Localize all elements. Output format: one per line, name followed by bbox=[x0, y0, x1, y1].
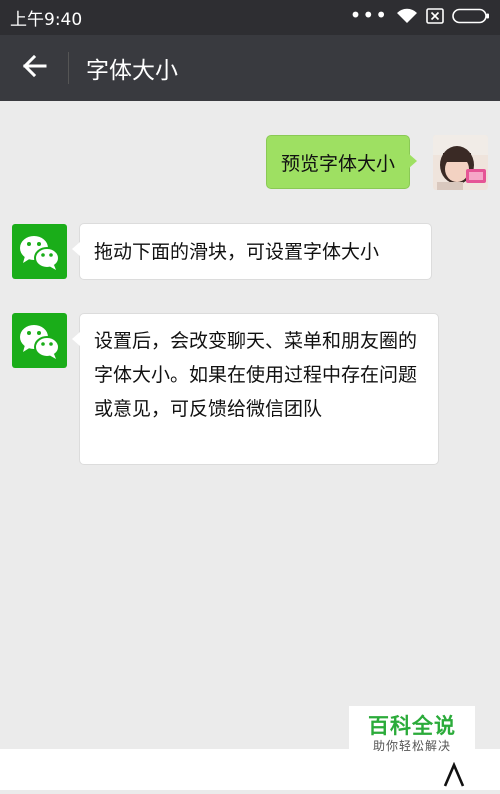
wifi-icon bbox=[396, 8, 418, 28]
nav-divider bbox=[68, 52, 69, 84]
watermark-title: 百科全说 bbox=[368, 714, 456, 738]
more-dots-icon: ••• bbox=[349, 2, 388, 27]
wechat-logo-icon bbox=[20, 325, 60, 359]
page-title: 字体大小 bbox=[86, 58, 178, 84]
back-arrow-icon bbox=[21, 54, 47, 82]
status-time: 上午9:40 bbox=[10, 10, 83, 30]
title-bar: 字体大小 bbox=[0, 35, 500, 101]
message-text: 预览字体大小 bbox=[281, 152, 396, 175]
sim-x-icon bbox=[426, 7, 444, 28]
watermark-logo: 百科全说 助你轻松解决 bbox=[349, 706, 475, 764]
user-avatar bbox=[433, 135, 488, 190]
message-text: 拖动下面的滑块，可设置字体大小 bbox=[94, 241, 380, 263]
watermark-subtitle: 助你轻松解决 bbox=[372, 739, 451, 753]
battery-icon bbox=[452, 8, 490, 28]
wechat-avatar bbox=[12, 224, 67, 279]
preview-message-bubble: 预览字体大小 bbox=[266, 135, 418, 189]
message-text: 设置后，会改变聊天、菜单和朋友圈的字体大小。如果在使用过程中存在问题或意见，可反… bbox=[94, 330, 418, 420]
info-message-bubble: 设置后，会改变聊天、菜单和朋友圈的字体大小。如果在使用过程中存在问题或意见，可反… bbox=[72, 313, 439, 465]
status-bar: 上午9:40 ••• bbox=[0, 0, 500, 35]
status-icons: ••• bbox=[349, 2, 490, 28]
hint-message-bubble: 拖动下面的滑块，可设置字体大小 bbox=[72, 223, 432, 280]
wechat-avatar bbox=[12, 313, 67, 368]
back-button[interactable] bbox=[0, 35, 68, 101]
slider-caret-icon[interactable] bbox=[443, 761, 465, 794]
wechat-logo-icon bbox=[20, 236, 60, 270]
